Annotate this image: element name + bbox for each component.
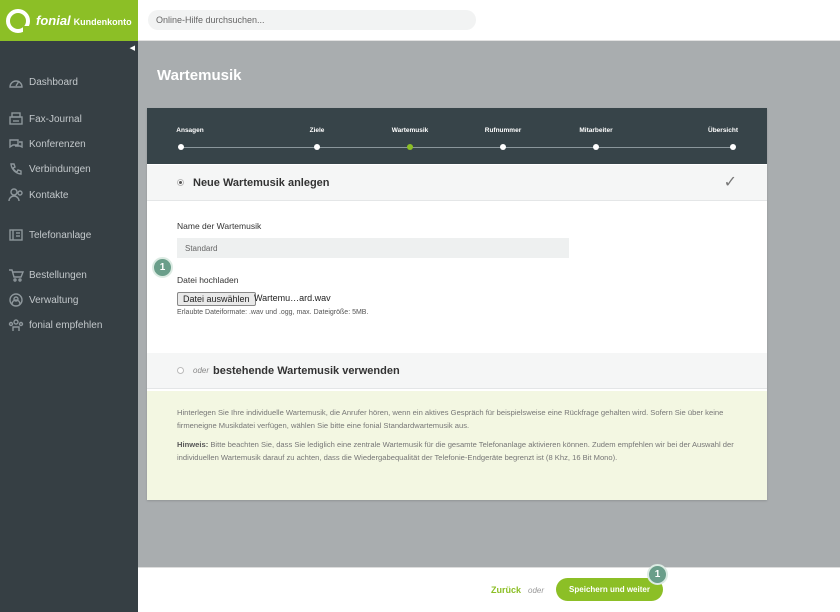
sidebar-item-label: Verwaltung: [29, 294, 79, 306]
checkmark-icon: ✓: [723, 174, 737, 191]
upload-label: Datei hochladen: [177, 275, 239, 285]
existing-music-section-header[interactable]: oder bestehende Wartemusik verwenden: [147, 353, 767, 389]
step-label-ziele[interactable]: Ziele: [310, 127, 325, 134]
brand[interactable]: fonial Kundenkonto: [0, 0, 138, 41]
recommend-icon: [8, 318, 24, 332]
step-label-ansagen[interactable]: Ansagen: [176, 127, 203, 134]
sidebar-item-verwaltung[interactable]: Verwaltung: [8, 292, 78, 308]
search-input[interactable]: [148, 10, 476, 30]
step-dot-active[interactable]: [407, 144, 413, 150]
music-name-input[interactable]: [177, 238, 569, 258]
info-text: Hinterlegen Sie Ihre individuelle Wartem…: [177, 408, 724, 430]
sidebar: ◀ Dashboard Fax-Journal Konferenzen Verb…: [0, 41, 138, 612]
step-dot[interactable]: [178, 144, 184, 150]
sidebar-item-telefonanlage[interactable]: Telefonanlage: [8, 227, 91, 243]
existing-music-title: bestehende Wartemusik verwenden: [213, 364, 400, 377]
sidebar-item-label: Telefonanlage: [29, 229, 92, 241]
sidebar-item-verbindungen[interactable]: Verbindungen: [8, 161, 91, 177]
sidebar-item-label: Konferenzen: [29, 138, 86, 150]
step-dot[interactable]: [314, 144, 320, 150]
hint-label: Hinweis:: [177, 440, 209, 449]
sidebar-item-fax-journal[interactable]: Fax-Journal: [8, 111, 82, 127]
footer-bar: Zurück oder Speichern und weiter: [138, 567, 840, 612]
hint-text: Bitte beachten Sie, dass Sie lediglich e…: [177, 440, 734, 462]
file-formats-hint: Erlaubte Dateiformate: .wav und .ogg, ma…: [177, 309, 369, 316]
step-dot[interactable]: [593, 144, 599, 150]
sidebar-item-kontakte[interactable]: Kontakte: [8, 187, 68, 203]
info-hint: Hinweis: Bitte beachten Sie, dass Sie le…: [177, 439, 737, 464]
sidebar-item-label: fonial empfehlen: [29, 319, 103, 331]
oder-label: oder: [193, 366, 210, 375]
step-badge: 1: [647, 564, 668, 585]
brand-name: fonial: [36, 13, 71, 28]
wizard-card: Ansagen Ziele Wartemusik Rufnummer Mitar…: [147, 108, 767, 500]
existing-music-radio[interactable]: [177, 367, 184, 374]
new-music-title: Neue Wartemusik anlegen: [193, 176, 330, 189]
sidebar-item-label: Bestellungen: [29, 269, 87, 281]
contacts-icon: [8, 188, 24, 202]
footer-oder: oder: [528, 586, 545, 595]
sidebar-item-konferenzen[interactable]: Konferenzen: [8, 136, 86, 152]
brand-sub: Kundenkonto: [73, 17, 132, 27]
brand-text: fonial Kundenkonto: [36, 13, 132, 28]
sidebar-item-fonial-empfehlen[interactable]: fonial empfehlen: [8, 317, 102, 333]
sidebar-item-label: Kontakte: [29, 189, 69, 201]
dashboard-icon: [8, 75, 24, 89]
cart-icon: [8, 268, 25, 282]
collapse-sidebar-icon[interactable]: ◀: [130, 44, 135, 52]
selected-file-name: Wartemu…ard.wav: [254, 293, 331, 303]
step-dot[interactable]: [500, 144, 506, 150]
back-link[interactable]: Zurück: [491, 585, 521, 595]
step-label-wartemusik[interactable]: Wartemusik: [392, 127, 429, 134]
new-music-radio[interactable]: [177, 179, 184, 186]
step-label-rufnummer[interactable]: Rufnummer: [485, 127, 521, 134]
fonial-logo-icon: [6, 8, 31, 33]
sidebar-item-label: Verbindungen: [29, 163, 91, 175]
step-badge: 1: [152, 257, 173, 278]
sidebar-item-label: Dashboard: [29, 76, 78, 88]
info-box: Hinterlegen Sie Ihre individuelle Wartem…: [147, 391, 767, 500]
step-label-uebersicht[interactable]: Übersicht: [708, 127, 738, 134]
step-label-mitarbeiter[interactable]: Mitarbeiter: [579, 127, 612, 134]
wizard-steps: Ansagen Ziele Wartemusik Rufnummer Mitar…: [147, 108, 767, 164]
sidebar-item-dashboard[interactable]: Dashboard: [8, 74, 78, 90]
page-title: Wartemusik: [157, 67, 242, 84]
fax-icon: [8, 112, 24, 126]
new-music-section-header[interactable]: Neue Wartemusik anlegen ✓: [147, 165, 767, 201]
conference-icon: [8, 137, 24, 151]
topbar: [138, 0, 840, 41]
step-dot[interactable]: [730, 144, 736, 150]
sidebar-item-bestellungen[interactable]: Bestellungen: [8, 267, 87, 283]
phone-icon: [8, 162, 24, 176]
pbx-icon: [8, 228, 24, 242]
save-and-continue-button[interactable]: Speichern und weiter: [556, 578, 663, 601]
sidebar-item-label: Fax-Journal: [29, 113, 82, 125]
choose-file-button[interactable]: Datei auswählen: [177, 292, 256, 306]
name-label: Name der Wartemusik: [177, 221, 262, 231]
account-icon: [8, 293, 24, 307]
steps-line: [181, 147, 733, 148]
